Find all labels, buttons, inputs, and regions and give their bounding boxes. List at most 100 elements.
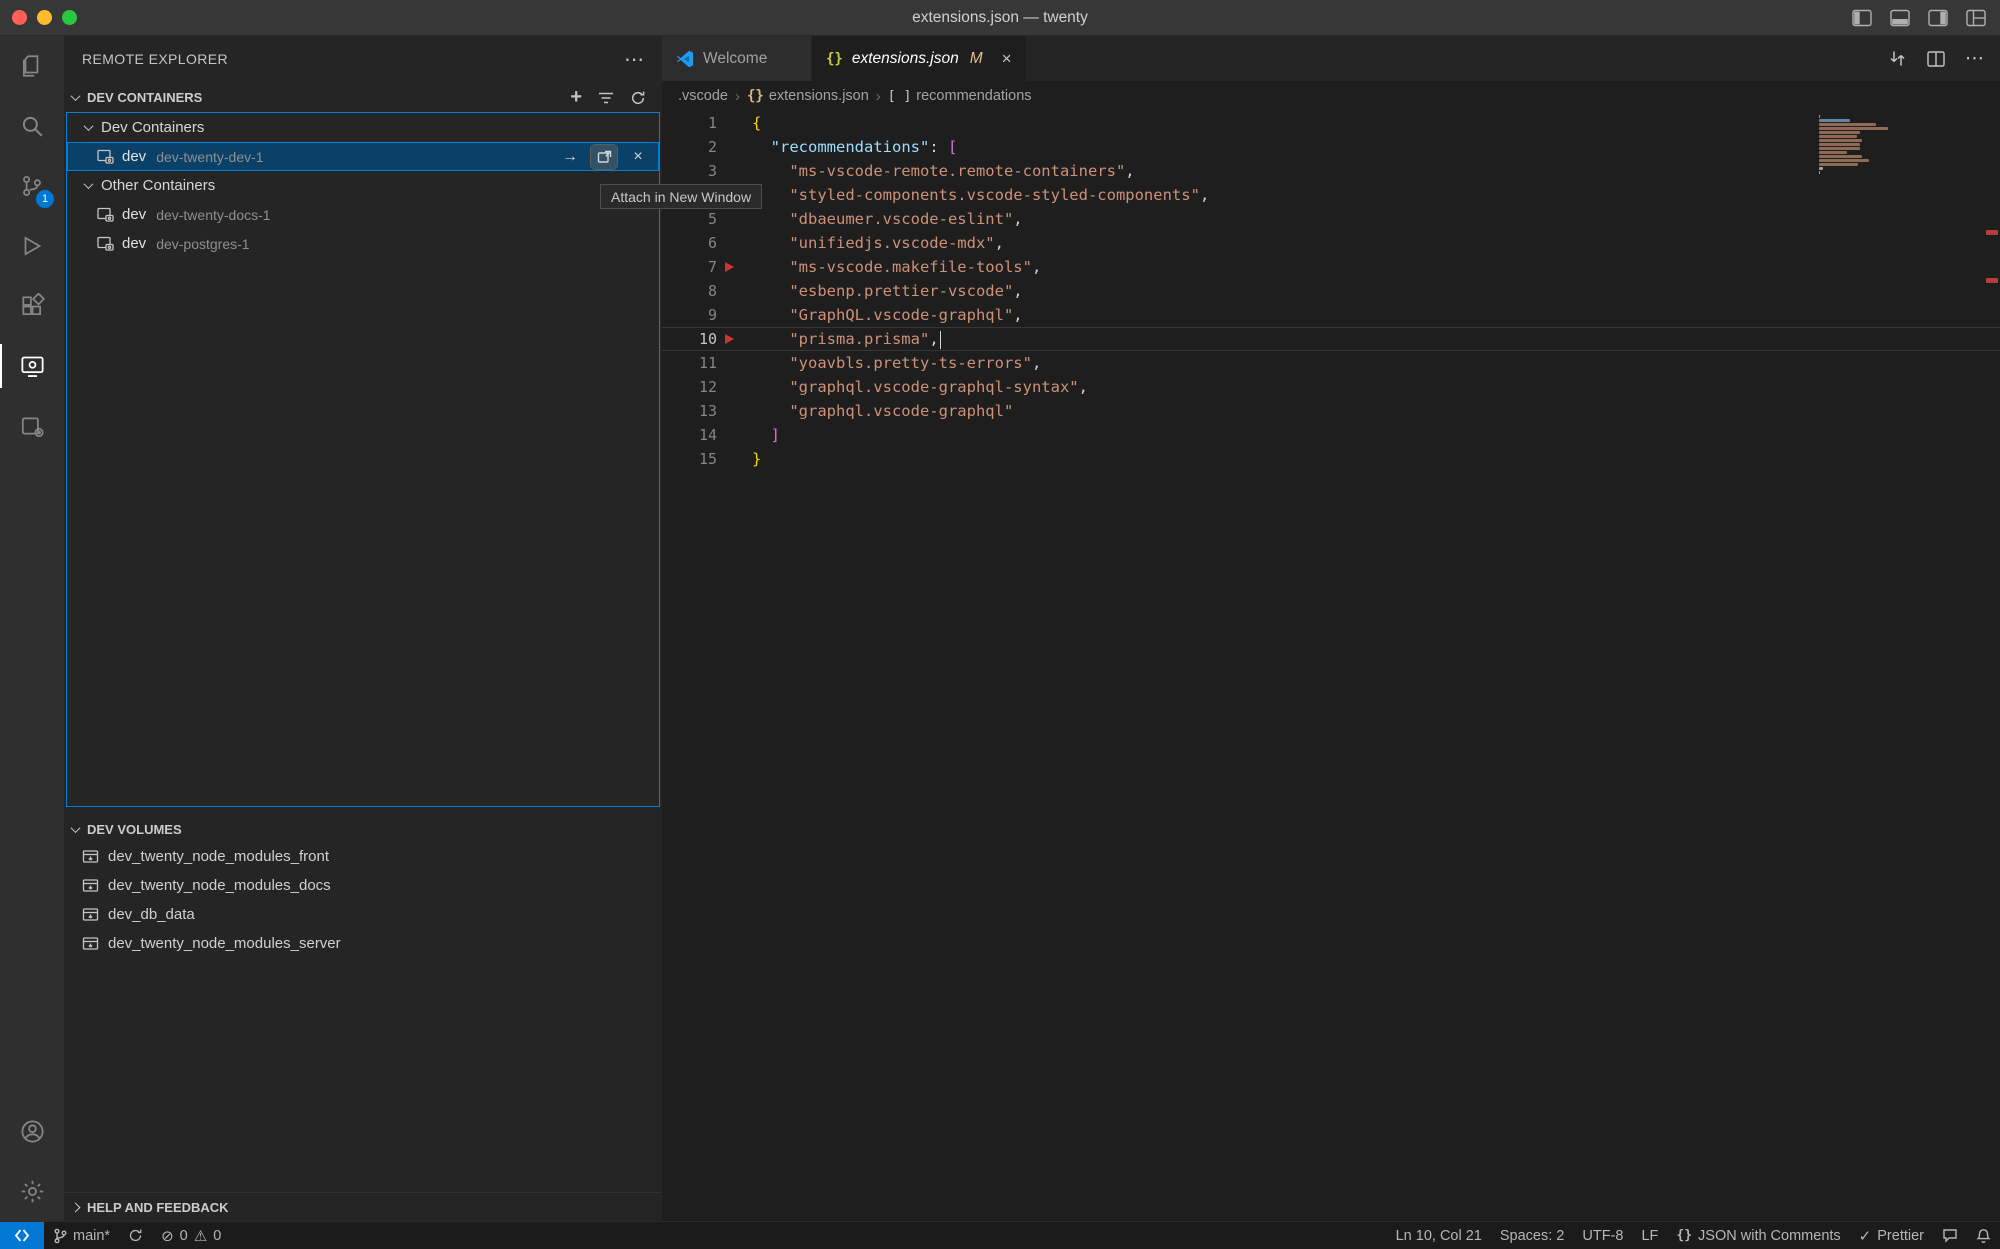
accounts-icon[interactable]: [0, 1101, 64, 1161]
code-line[interactable]: 7 "ms-vscode.makefile-tools",: [662, 255, 2000, 279]
close-window-button[interactable]: [12, 10, 27, 25]
eol-button[interactable]: LF: [1632, 1222, 1667, 1249]
code-line[interactable]: 13 "graphql.vscode-graphql": [662, 399, 2000, 423]
code-line[interactable]: 11 "yoavbls.pretty-ts-errors",: [662, 351, 2000, 375]
breadcrumb-symbol[interactable]: [ ] recommendations: [888, 88, 1032, 104]
tab-welcome[interactable]: Welcome: [662, 36, 812, 81]
toggle-sidebar-right-icon[interactable]: [1928, 9, 1948, 27]
dev-containers-icon[interactable]: [0, 396, 64, 456]
cursor-position-button[interactable]: Ln 10, Col 21: [1387, 1222, 1491, 1249]
breadcrumb-folder[interactable]: .vscode: [678, 88, 728, 104]
text-cursor: [940, 331, 942, 349]
code-line[interactable]: 3 "ms-vscode-remote.remote-containers",: [662, 159, 2000, 183]
new-dev-container-icon[interactable]: +: [570, 86, 582, 109]
container-item[interactable]: devdev-twenty-dev-1→×: [67, 142, 659, 171]
minimap[interactable]: [1819, 115, 1893, 175]
attach-container-icon[interactable]: →: [557, 145, 583, 169]
open-changes-icon[interactable]: [1888, 50, 1907, 67]
minimap-line: [1819, 115, 1820, 118]
code-text: "yoavbls.pretty-ts-errors",: [752, 351, 1041, 375]
filter-list-icon[interactable]: [598, 91, 614, 105]
search-icon[interactable]: [0, 96, 64, 156]
line-number: 10: [662, 327, 717, 351]
code-line[interactable]: 4 "styled-components.vscode-styled-compo…: [662, 183, 2000, 207]
problems-button[interactable]: ⊘ 0 ⚠ 0: [152, 1222, 230, 1249]
toggle-panel-icon[interactable]: [1890, 9, 1910, 27]
minimap-line: [1819, 155, 1862, 158]
encoding-button[interactable]: UTF-8: [1573, 1222, 1632, 1249]
minimap-line: [1819, 135, 1857, 138]
code-line[interactable]: 14 ]: [662, 423, 2000, 447]
settings-gear-icon[interactable]: [0, 1161, 64, 1221]
volume-item[interactable]: dev_twenty_node_modules_server: [64, 929, 662, 958]
minimize-window-button[interactable]: [37, 10, 52, 25]
volume-item[interactable]: dev_twenty_node_modules_docs: [64, 871, 662, 900]
code-line[interactable]: 9 "GraphQL.vscode-graphql",: [662, 303, 2000, 327]
remote-explorer-icon[interactable]: [0, 336, 64, 396]
scm-badge: 1: [36, 190, 54, 208]
feedback-icon[interactable]: [1933, 1222, 1967, 1249]
code-line[interactable]: 2 "recommendations": [: [662, 135, 2000, 159]
code-line[interactable]: 12 "graphql.vscode-graphql-syntax",: [662, 375, 2000, 399]
breadcrumbs: .vscode › {} extensions.json › [ ] recom…: [662, 81, 2000, 111]
container-name: dev: [122, 235, 146, 252]
minimap-line: [1819, 123, 1876, 126]
errors-icon: ⊘: [161, 1227, 174, 1245]
container-description: dev-twenty-dev-1: [156, 149, 263, 165]
git-branch-button[interactable]: main*: [44, 1222, 119, 1249]
source-control-icon[interactable]: 1: [0, 156, 64, 216]
split-editor-icon[interactable]: [1927, 51, 1945, 67]
minimap-line: [1819, 151, 1847, 154]
tree-group[interactable]: Other Containers: [67, 171, 659, 200]
customize-layout-icon[interactable]: [1966, 9, 1986, 27]
overview-ruler-mark: [1986, 230, 1998, 235]
refresh-icon[interactable]: [630, 90, 646, 106]
section-dev-volumes[interactable]: DEV VOLUMES: [64, 816, 662, 843]
run-debug-icon[interactable]: [0, 216, 64, 276]
toggle-sidebar-left-icon[interactable]: [1852, 9, 1872, 27]
container-item[interactable]: devdev-twenty-docs-1: [67, 200, 659, 229]
attach-new-window-icon[interactable]: [591, 145, 617, 169]
code-line[interactable]: 1{: [662, 111, 2000, 135]
zoom-window-button[interactable]: [62, 10, 77, 25]
breadcrumb-separator: ›: [876, 88, 881, 105]
breadcrumb-file[interactable]: {} extensions.json: [747, 88, 869, 104]
close-tab-icon[interactable]: ×: [1002, 49, 1012, 69]
code-line[interactable]: 10 "prisma.prisma",: [662, 327, 2000, 351]
language-mode-button[interactable]: {} JSON with Comments: [1667, 1222, 1849, 1249]
volume-item[interactable]: dev_db_data: [64, 900, 662, 929]
volume-name: dev_twenty_node_modules_front: [108, 848, 329, 865]
extensions-icon[interactable]: [0, 276, 64, 336]
volume-icon: [82, 907, 99, 922]
remote-indicator-button[interactable]: [0, 1222, 44, 1249]
status-bar: main* ⊘ 0 ⚠ 0 Ln 10, Col 21 Spaces: 2 UT…: [0, 1221, 2000, 1249]
indentation-button[interactable]: Spaces: 2: [1491, 1222, 1574, 1249]
volume-item[interactable]: dev_twenty_node_modules_front: [64, 842, 662, 871]
code-line[interactable]: 15}: [662, 447, 2000, 471]
line-number: 14: [662, 423, 717, 447]
warnings-count: 0: [213, 1228, 221, 1244]
code-text: "unifiedjs.vscode-mdx",: [752, 231, 1004, 255]
code-line[interactable]: 6 "unifiedjs.vscode-mdx",: [662, 231, 2000, 255]
container-item[interactable]: devdev-postgres-1: [67, 229, 659, 258]
minimap-line: [1819, 127, 1888, 130]
remove-container-icon[interactable]: ×: [625, 145, 651, 169]
errors-count: 0: [180, 1228, 188, 1244]
formatter-button[interactable]: ✓ Prettier: [1850, 1222, 1933, 1249]
line-number: 12: [662, 375, 717, 399]
code-editor[interactable]: 1{2 "recommendations": [3 "ms-vscode-rem…: [662, 111, 2000, 1221]
container-icon: [97, 207, 114, 222]
code-line[interactable]: 5 "dbaeumer.vscode-eslint",: [662, 207, 2000, 231]
more-actions-icon[interactable]: ⋯: [624, 47, 644, 72]
section-help-feedback[interactable]: HELP AND FEEDBACK: [64, 1194, 662, 1221]
more-actions-icon[interactable]: ⋯: [1965, 47, 1984, 70]
tree-group[interactable]: Dev Containers: [67, 113, 659, 142]
volume-name: dev_db_data: [108, 906, 195, 923]
sync-changes-button[interactable]: [119, 1222, 152, 1249]
notifications-bell-icon[interactable]: [1967, 1222, 2000, 1249]
dev-volumes-list: dev_twenty_node_modules_front dev_twenty_…: [64, 842, 662, 958]
explorer-icon[interactable]: [0, 36, 64, 96]
code-line[interactable]: 8 "esbenp.prettier-vscode",: [662, 279, 2000, 303]
tab-extensions-json[interactable]: {} extensions.json M ×: [812, 36, 1027, 81]
section-dev-containers[interactable]: DEV CONTAINERS +: [64, 84, 662, 111]
